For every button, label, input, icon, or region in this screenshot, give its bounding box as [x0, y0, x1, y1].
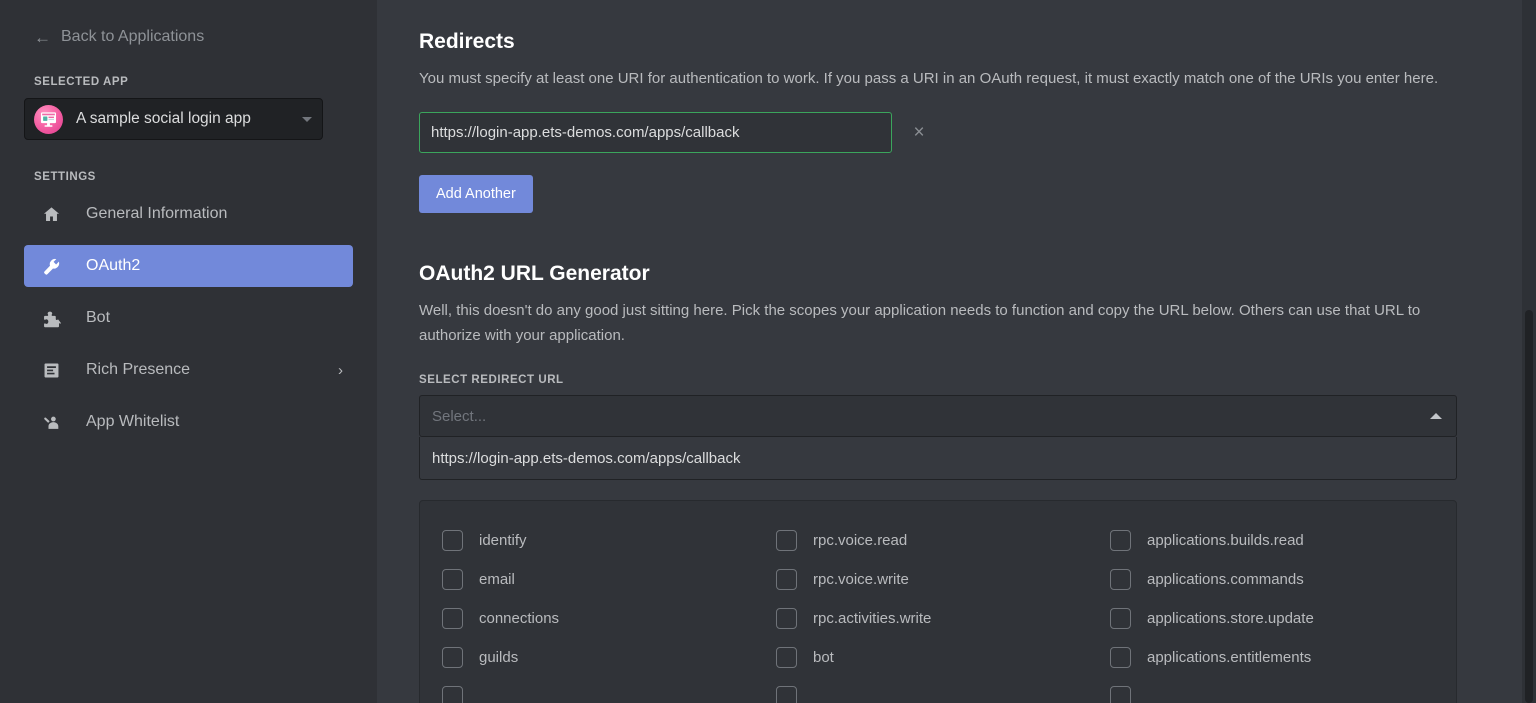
- checkbox-icon[interactable]: [1110, 530, 1131, 551]
- page-scrollbar-thumb[interactable]: [1525, 310, 1533, 703]
- back-to-applications-link[interactable]: ← Back to Applications: [34, 28, 377, 46]
- main-content: Redirects You must specify at least one …: [377, 0, 1536, 703]
- sidebar-item-label: Rich Presence: [86, 361, 191, 378]
- redirect-url-option[interactable]: https://login-app.ets-demos.com/apps/cal…: [420, 437, 1456, 479]
- checkbox-icon[interactable]: [442, 686, 463, 703]
- scope-label: email: [479, 571, 515, 588]
- scope-checkbox-applications-store-update[interactable]: applications.store.update: [1110, 599, 1434, 638]
- scope-checkbox-applications-entitlements[interactable]: applications.entitlements: [1110, 638, 1434, 677]
- main-inner: Redirects You must specify at least one …: [377, 30, 1536, 703]
- scope-label: applications.builds.read: [1147, 532, 1304, 549]
- scope-checkbox-email[interactable]: email: [442, 560, 766, 599]
- sidebar-item-label: App Whitelist: [86, 413, 180, 430]
- scope-checkbox-guilds[interactable]: guilds: [442, 638, 766, 677]
- redirect-uri-input[interactable]: [419, 112, 892, 153]
- arrow-left-icon: ←: [34, 27, 51, 47]
- oauth2-url-generator-section: OAuth2 URL Generator Well, this doesn't …: [419, 262, 1480, 703]
- redirect-url-select[interactable]: Select...: [419, 395, 1457, 437]
- sidebar-item-rich-presence[interactable]: Rich Presence ›: [24, 349, 353, 391]
- sidebar-item-oauth2[interactable]: OAuth2: [24, 245, 353, 287]
- redirects-description: You must specify at least one URI for au…: [419, 70, 1439, 87]
- chevron-up-icon: [1430, 413, 1442, 419]
- sidebar-item-label: Bot: [86, 309, 111, 326]
- scope-checkbox-partial-3[interactable]: [1110, 677, 1434, 703]
- scope-checkbox-partial-1[interactable]: [442, 677, 766, 703]
- scope-label: guilds: [479, 649, 519, 666]
- sidebar-item-app-whitelist[interactable]: App Whitelist: [24, 401, 353, 443]
- sidebar-nav: General Information OAuth2 Bot Rich Pres…: [0, 193, 377, 443]
- scope-checkbox-applications-builds-read[interactable]: applications.builds.read: [1110, 521, 1434, 560]
- scope-label: rpc.voice.write: [813, 571, 909, 588]
- wrench-icon: [40, 257, 62, 276]
- checkbox-icon[interactable]: [776, 686, 797, 703]
- generator-title: OAuth2 URL Generator: [419, 262, 650, 285]
- app-avatar: [34, 104, 63, 134]
- checkbox-icon[interactable]: [776, 569, 797, 590]
- scopes-panel: identify rpc.voice.read applications.bui…: [419, 500, 1457, 703]
- redirects-title: Redirects: [419, 30, 515, 53]
- redirect-uri-row: ×: [419, 112, 1480, 153]
- add-another-button[interactable]: Add Another: [419, 175, 533, 213]
- sidebar-item-label: OAuth2: [86, 257, 141, 274]
- scope-checkbox-rpc-voice-write[interactable]: rpc.voice.write: [776, 560, 1100, 599]
- checkbox-icon[interactable]: [442, 608, 463, 629]
- discord-developer-portal: ← Back to Applications SELECTED APP A sa…: [0, 0, 1536, 703]
- scope-label: bot: [813, 649, 834, 666]
- scope-label: rpc.activities.write: [813, 610, 932, 627]
- back-to-applications-label: Back to Applications: [61, 28, 205, 45]
- remove-redirect-icon[interactable]: ×: [908, 122, 930, 144]
- checkbox-icon[interactable]: [1110, 569, 1131, 590]
- sidebar-item-label: General Information: [86, 205, 228, 222]
- document-icon: [40, 361, 62, 380]
- checkbox-icon[interactable]: [1110, 608, 1131, 629]
- scope-label: connections: [479, 610, 560, 627]
- chevron-right-icon: ›: [338, 361, 343, 379]
- puzzle-piece-icon: [40, 309, 62, 328]
- checkbox-icon[interactable]: [442, 530, 463, 551]
- home-icon: [40, 205, 62, 224]
- page-scrollbar[interactable]: [1522, 0, 1536, 703]
- redirect-url-select-menu: https://login-app.ets-demos.com/apps/cal…: [419, 437, 1457, 480]
- scope-checkbox-partial-2[interactable]: [776, 677, 1100, 703]
- selected-app-dropdown[interactable]: A sample social login app: [24, 98, 323, 140]
- redirect-url-select-placeholder: Select...: [432, 407, 487, 425]
- scope-label: applications.entitlements: [1147, 649, 1312, 666]
- person-raised-hand-icon: [40, 413, 62, 432]
- scope-label: identify: [479, 532, 527, 549]
- selected-app-heading: SELECTED APP: [34, 76, 129, 88]
- scope-checkbox-bot[interactable]: bot: [776, 638, 1100, 677]
- sidebar-item-general-information[interactable]: General Information: [24, 193, 353, 235]
- scope-checkbox-identify[interactable]: identify: [442, 521, 766, 560]
- scope-label: applications.commands: [1147, 571, 1304, 588]
- scopes-grid: identify rpc.voice.read applications.bui…: [442, 521, 1434, 703]
- checkbox-icon[interactable]: [442, 647, 463, 668]
- settings-heading: SETTINGS: [34, 171, 96, 183]
- select-redirect-url-label: SELECT REDIRECT URL: [419, 374, 564, 386]
- checkbox-icon[interactable]: [776, 608, 797, 629]
- scope-checkbox-rpc-activities-write[interactable]: rpc.activities.write: [776, 599, 1100, 638]
- checkbox-icon[interactable]: [442, 569, 463, 590]
- chevron-down-icon: [302, 116, 312, 122]
- scope-checkbox-rpc-voice-read[interactable]: rpc.voice.read: [776, 521, 1100, 560]
- checkbox-icon[interactable]: [1110, 686, 1131, 703]
- scope-label: applications.store.update: [1147, 610, 1314, 627]
- selected-app-name: A sample social login app: [76, 110, 251, 127]
- scope-checkbox-applications-commands[interactable]: applications.commands: [1110, 560, 1434, 599]
- checkbox-icon[interactable]: [776, 530, 797, 551]
- scope-checkbox-connections[interactable]: connections: [442, 599, 766, 638]
- checkbox-icon[interactable]: [1110, 647, 1131, 668]
- sidebar: ← Back to Applications SELECTED APP A sa…: [0, 0, 377, 703]
- scope-label: rpc.voice.read: [813, 532, 908, 549]
- generator-description: Well, this doesn't do any good just sitt…: [419, 302, 1421, 344]
- sidebar-item-bot[interactable]: Bot: [24, 297, 353, 339]
- checkbox-icon[interactable]: [776, 647, 797, 668]
